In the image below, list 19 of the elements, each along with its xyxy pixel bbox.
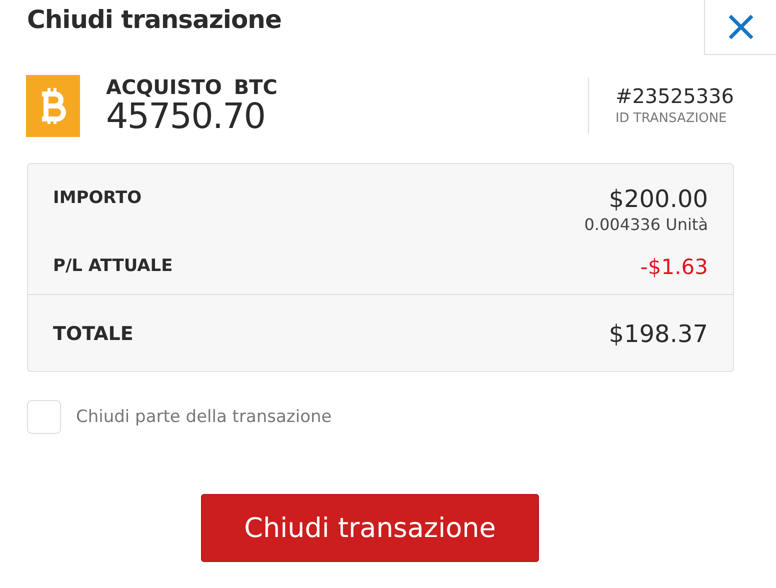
- total-label: TOTALE: [53, 323, 134, 345]
- coin-icon: [26, 75, 80, 137]
- total-value: $198.37: [608, 319, 708, 349]
- transaction-id-label: ID TRANSAZIONE: [615, 110, 728, 128]
- trade-symbol: BTC: [234, 76, 278, 98]
- checkbox-label[interactable]: Chiudi parte della transazione: [76, 407, 332, 427]
- trade-rate: 45750.70: [106, 98, 266, 136]
- units-text: 0.004336 Unità: [584, 214, 708, 236]
- summary-value: -$1.63: [640, 254, 708, 281]
- trade-side: ACQUISTO: [106, 76, 222, 98]
- close-icon: [726, 13, 754, 41]
- summary-label: IMPORTO: [53, 188, 142, 208]
- summary-value: $200.00: [608, 184, 708, 214]
- transaction-id: #23525336: [615, 83, 734, 109]
- dialog-title: Chiudi transazione: [27, 5, 282, 34]
- checkbox[interactable]: [27, 400, 61, 434]
- close-button[interactable]: [704, 0, 776, 55]
- summary-label: P/L ATTUALE: [53, 256, 173, 276]
- close-trade-button[interactable]: Chiudi transazione: [201, 494, 539, 562]
